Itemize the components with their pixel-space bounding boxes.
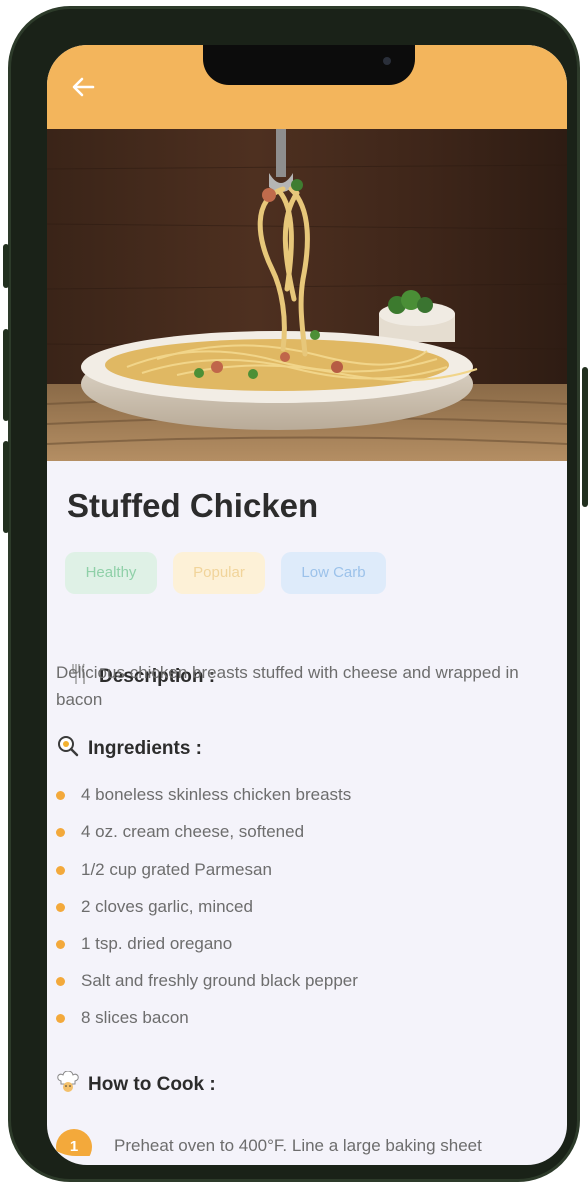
phone-side-button [3,329,9,421]
phone-side-button [582,367,588,507]
phone-side-button [3,441,9,533]
screen-text-layer [36,36,556,1156]
phone-side-button [3,244,9,288]
